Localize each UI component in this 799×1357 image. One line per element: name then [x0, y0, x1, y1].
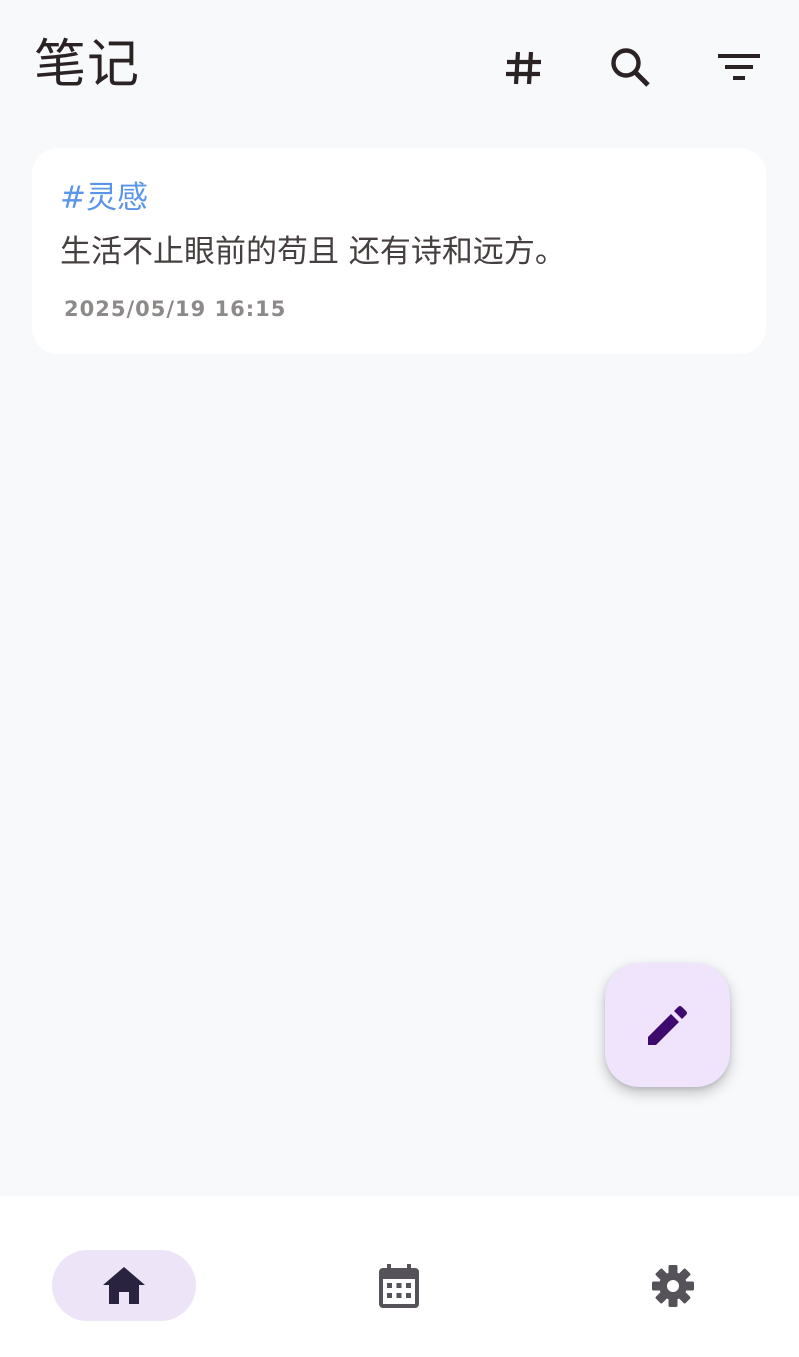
calendar-icon: [379, 1263, 419, 1308]
nav-calendar[interactable]: [327, 1250, 471, 1321]
new-note-button[interactable]: [605, 963, 730, 1087]
filter-icon: [718, 54, 760, 80]
tags-button[interactable]: [494, 38, 554, 98]
note-card[interactable]: #灵感 生活不止眼前的苟且 还有诗和远方。 2025/05/19 16:15: [32, 148, 766, 354]
search-button[interactable]: [601, 38, 661, 98]
pencil-icon: [647, 1006, 687, 1045]
app-bar: 笔记: [0, 0, 799, 135]
nav-home[interactable]: [52, 1250, 196, 1321]
filter-button[interactable]: [709, 38, 769, 98]
note-tag[interactable]: #灵感: [60, 176, 148, 220]
bottom-navigation: [0, 1196, 799, 1357]
nav-settings[interactable]: [601, 1250, 745, 1321]
note-text: 生活不止眼前的苟且 还有诗和远方。: [60, 234, 566, 270]
search-icon: [611, 48, 650, 87]
note-timestamp: 2025/05/19 16:15: [64, 297, 287, 321]
home-icon: [103, 1266, 145, 1304]
page-title: 笔记: [34, 35, 141, 95]
gear-icon: [652, 1264, 694, 1307]
hashtag-icon: [506, 51, 541, 85]
